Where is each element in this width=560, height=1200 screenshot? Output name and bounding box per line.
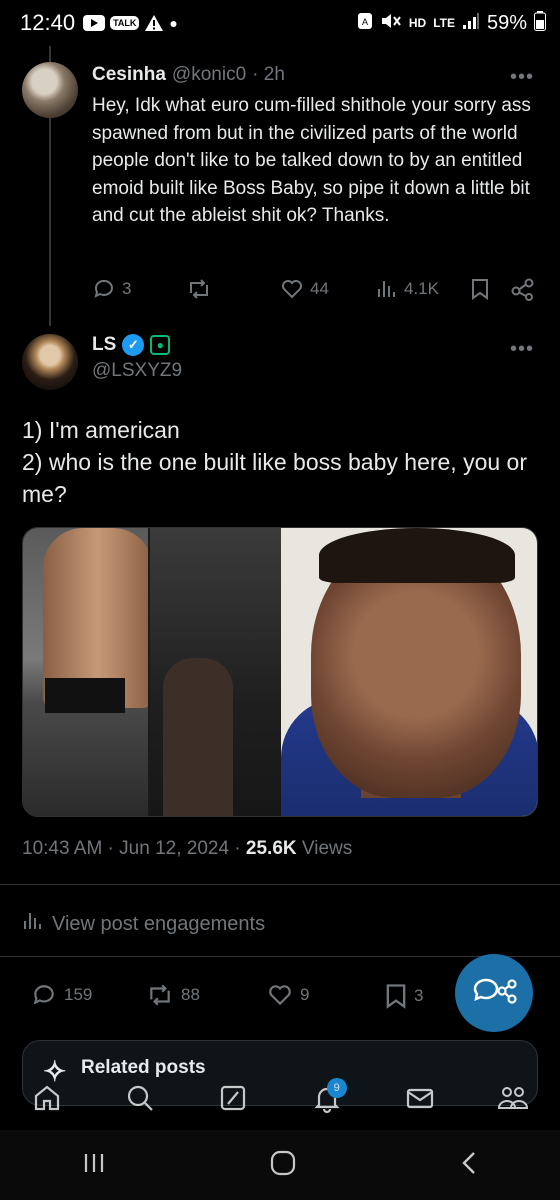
search-icon <box>124 1082 156 1119</box>
affiliate-badge-icon: ● <box>150 335 171 355</box>
more-options-icon[interactable]: ••• <box>510 338 534 361</box>
back-button[interactable] <box>459 1150 479 1181</box>
mute-icon <box>380 12 402 35</box>
views-button[interactable]: 4.1K <box>376 277 439 301</box>
comment-icon <box>30 982 58 1008</box>
post-views-count: 25.6K <box>245 838 297 859</box>
hotspot-icon: A <box>357 12 373 35</box>
status-bar: 12:40 TALK ● A HD LTE 59% <box>0 0 560 46</box>
more-options-icon[interactable]: ••• <box>510 66 534 89</box>
home-button[interactable] <box>269 1149 297 1182</box>
status-right: A HD LTE 59% <box>357 10 546 36</box>
post-timestamp[interactable]: 10:43 AM · Jun 12, 2024 · <box>22 838 246 859</box>
battery-level: 59% <box>486 11 527 34</box>
repost-icon <box>145 982 175 1008</box>
tab-home[interactable] <box>27 1080 67 1120</box>
divider <box>0 884 560 885</box>
share-icon <box>510 277 536 301</box>
post-text: 1) I'm american 2) who is the one built … <box>22 414 542 510</box>
reply-header: Cesinha @konic0 · 2h <box>92 64 285 86</box>
tab-communities[interactable] <box>493 1080 533 1120</box>
avatar[interactable] <box>22 62 78 118</box>
post-author-name[interactable]: LS <box>92 334 116 356</box>
bookmark-icon <box>470 277 490 301</box>
tab-messages[interactable] <box>400 1080 440 1120</box>
repost-icon <box>186 277 212 301</box>
notification-count-badge: 9 <box>326 1078 347 1098</box>
heart-icon <box>266 982 294 1008</box>
tab-notifications[interactable]: 9 <box>307 1078 347 1120</box>
youtube-icon <box>83 15 106 31</box>
post-text-line: 1) I'm american <box>22 417 180 443</box>
reply-button[interactable]: 3 <box>92 277 131 301</box>
reply-time: · 2h <box>252 64 285 85</box>
like-count: 9 <box>300 985 310 1004</box>
chat-share-icon <box>471 974 517 1013</box>
post-header: LS ✓ ● @LSXYZ9 <box>92 334 182 382</box>
bookmark-icon <box>384 982 408 1010</box>
reply-count: 159 <box>64 985 93 1004</box>
repost-count: 88 <box>181 985 200 1004</box>
repost-button[interactable]: 88 <box>145 982 200 1008</box>
reply-author-name[interactable]: Cesinha <box>92 64 166 86</box>
post-author-handle: @LSXYZ9 <box>92 360 183 381</box>
post-views-label: Views <box>296 838 353 859</box>
people-icon <box>496 1082 530 1119</box>
bookmark-count: 3 <box>414 986 424 1005</box>
heart-icon <box>280 277 304 301</box>
system-nav-bar <box>0 1130 560 1200</box>
warning-icon <box>144 14 164 32</box>
view-engagements-link[interactable]: View post engagements <box>22 910 265 938</box>
tab-search[interactable] <box>120 1080 160 1120</box>
comment-icon <box>92 277 116 301</box>
talk-icon: TALK <box>110 16 140 30</box>
lte-icon: LTE <box>433 16 455 30</box>
repost-button[interactable] <box>186 277 212 301</box>
post-text-line: 2) who is the one built like boss baby h… <box>22 449 528 507</box>
avatar[interactable] <box>22 334 78 390</box>
tab-grok[interactable] <box>213 1080 253 1120</box>
verified-badge-icon: ✓ <box>122 334 145 356</box>
bottom-tab-bar: 9 <box>0 1072 560 1128</box>
views-icon <box>376 277 398 301</box>
like-button[interactable]: 44 <box>280 277 329 301</box>
analytics-icon <box>22 910 44 938</box>
signal-icon <box>462 12 480 35</box>
reply-count: 3 <box>122 279 132 298</box>
media-image-right[interactable] <box>281 528 537 816</box>
compose-reply-button[interactable] <box>455 954 533 1032</box>
like-count: 44 <box>310 279 329 298</box>
media-image-left[interactable] <box>23 528 281 816</box>
svg-text:A: A <box>362 17 368 27</box>
post-media[interactable] <box>22 527 538 817</box>
view-engagements-label: View post engagements <box>52 912 266 935</box>
bookmark-button[interactable] <box>470 277 490 301</box>
hd-voice-icon: HD <box>408 16 427 30</box>
post-meta: 10:43 AM · Jun 12, 2024 · 25.6K Views <box>22 838 352 860</box>
dot-icon: ● <box>169 15 178 31</box>
grok-icon <box>217 1082 249 1119</box>
divider <box>0 956 560 957</box>
reply-button[interactable]: 159 <box>30 982 92 1008</box>
mail-icon <box>404 1082 436 1119</box>
recent-apps-button[interactable] <box>81 1151 107 1180</box>
like-button[interactable]: 9 <box>266 982 309 1008</box>
home-icon <box>31 1082 63 1119</box>
reply-author-handle: @konic0 <box>171 64 247 85</box>
share-button[interactable] <box>510 277 536 301</box>
bookmark-button[interactable]: 3 <box>384 982 423 1010</box>
views-count: 4.1K <box>404 279 439 298</box>
status-time: 12:40 <box>20 10 76 35</box>
battery-icon <box>534 10 546 36</box>
reply-text: Hey, Idk what euro cum-filled shithole y… <box>92 95 531 226</box>
